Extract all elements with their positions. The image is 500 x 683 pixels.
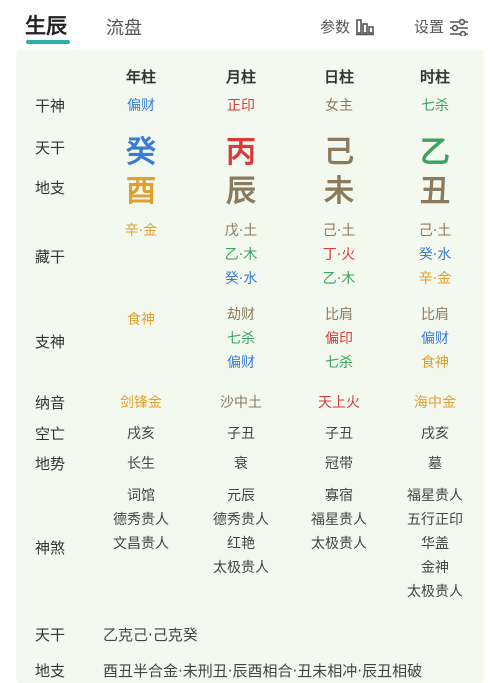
shensha-item: 寡宿 — [325, 488, 353, 504]
canggan-day: 己·土 丁·火 乙·木 — [304, 219, 374, 291]
bar-chart-icon — [356, 18, 375, 35]
canggan-item: 辛·金 — [418, 271, 452, 287]
shensha-item: 五行正印 — [407, 512, 463, 528]
col-header-day: 日柱 — [323, 68, 354, 86]
tab-flow[interactable]: 流盘 — [106, 14, 142, 40]
canggan-year: 辛·金 — [106, 219, 176, 243]
shensha-item: 元辰 — [227, 488, 255, 504]
dizhi-year: 酉 — [126, 174, 156, 209]
canggan-hour: 己·土 癸·水 辛·金 — [400, 219, 470, 291]
canggan-item: 癸·水 — [418, 247, 452, 263]
shensha-item: 红艳 — [227, 536, 255, 552]
row-label-dishi: 地势 — [35, 455, 66, 473]
dizhi-month: 辰 — [226, 174, 256, 209]
dishi-year: 长生 — [127, 456, 155, 472]
zhishen-item: 比肩 — [325, 307, 353, 323]
zhishen-item: 比肩 — [421, 307, 449, 323]
relation-label-dizhi: 地支 — [35, 662, 66, 680]
relation-label-tiangan: 天干 — [35, 626, 66, 644]
zhishen-hour: 比肩 偏财 食神 — [400, 303, 470, 375]
zhishen-item: 偏财 — [421, 331, 449, 347]
canggan-item: 辛·金 — [124, 223, 158, 239]
row-label-nayin: 纳音 — [35, 394, 66, 412]
shensha-item: 太极贵人 — [407, 584, 463, 600]
zhishen-item: 偏印 — [325, 331, 353, 347]
shishen-hour: 七杀 — [421, 98, 449, 114]
nayin-year: 剑锋金 — [120, 395, 162, 411]
col-header-month: 月柱 — [225, 68, 256, 86]
col-header-year: 年柱 — [125, 68, 156, 86]
zhishen-item: 七杀 — [227, 331, 255, 347]
canggan-item: 丁·火 — [322, 247, 356, 263]
zhishen-day: 比肩 偏印 七杀 — [304, 303, 374, 375]
row-label-tiangan: 天干 — [35, 139, 66, 157]
shensha-item: 福星贵人 — [311, 512, 367, 528]
zhishen-year: 食神 — [106, 308, 176, 332]
tiangan-hour: 乙 — [420, 135, 450, 170]
zhishen-item: 食神 — [127, 312, 155, 328]
shensha-item: 德秀贵人 — [213, 512, 269, 528]
shensha-item: 福星贵人 — [407, 488, 463, 504]
row-label-shensha: 神煞 — [35, 539, 66, 557]
canggan-month: 戊·土 乙·木 癸·水 — [206, 219, 276, 291]
shensha-hour: 福星贵人 五行正印 华盖 金神 太极贵人 — [390, 484, 480, 604]
dishi-month: 衰 — [234, 456, 248, 472]
kongwang-hour: 戌亥 — [421, 426, 449, 442]
top-bar: 生辰 流盘 参数 设置 — [0, 0, 500, 50]
nayin-day: 天上火 — [318, 395, 360, 411]
canggan-item: 乙·木 — [322, 271, 356, 287]
shensha-item: 词馆 — [127, 488, 155, 504]
shensha-item: 太极贵人 — [311, 536, 367, 552]
zhishen-item: 食神 — [421, 355, 449, 371]
dishi-day: 冠带 — [325, 456, 353, 472]
row-label-canggan: 藏干 — [35, 248, 66, 266]
row-label-zhishen: 支神 — [35, 333, 66, 351]
tiangan-month: 丙 — [226, 135, 256, 170]
canggan-item: 己·土 — [418, 223, 452, 239]
kongwang-day: 子丑 — [325, 426, 353, 442]
settings-button[interactable]: 设置 — [414, 16, 469, 37]
shensha-item: 金神 — [421, 560, 449, 576]
row-label-shishen: 干神 — [35, 97, 66, 115]
params-button[interactable]: 参数 — [320, 16, 375, 37]
shishen-year: 偏财 — [127, 98, 155, 114]
zhishen-item: 劫财 — [227, 307, 255, 323]
shensha-year: 词馆 德秀贵人 文昌贵人 — [96, 484, 186, 556]
dizhi-day: 未 — [324, 174, 354, 209]
tiangan-day: 己 — [324, 135, 354, 170]
zhishen-item: 偏财 — [227, 355, 255, 371]
row-label-dizhi: 地支 — [35, 179, 66, 197]
canggan-item: 戊·土 — [224, 223, 258, 239]
zhishen-month: 劫财 七杀 偏财 — [206, 303, 276, 375]
zhishen-item: 七杀 — [325, 355, 353, 371]
shensha-item: 华盖 — [421, 536, 449, 552]
relation-tiangan-text: 乙克己·己克癸 — [103, 626, 198, 644]
col-header-hour: 时柱 — [419, 68, 450, 86]
shishen-month: 正印 — [227, 98, 255, 114]
shishen-day: 女主 — [325, 98, 353, 114]
nayin-hour: 海中金 — [414, 395, 456, 411]
shensha-month: 元辰 德秀贵人 红艳 太极贵人 — [196, 484, 286, 580]
kongwang-year: 戌亥 — [127, 426, 155, 442]
shensha-item: 太极贵人 — [213, 560, 269, 576]
canggan-item: 己·土 — [322, 223, 356, 239]
shensha-day: 寡宿 福星贵人 太极贵人 — [294, 484, 384, 556]
nayin-month: 沙中土 — [220, 395, 262, 411]
dishi-hour: 墓 — [428, 456, 442, 472]
kongwang-month: 子丑 — [227, 426, 255, 442]
dizhi-hour: 丑 — [420, 174, 450, 209]
sliders-icon — [450, 18, 469, 36]
canggan-item: 乙·木 — [224, 247, 258, 263]
active-tab-indicator — [26, 40, 70, 44]
settings-label: 设置 — [414, 18, 445, 36]
relation-dizhi-text: 酉丑半合金·未刑丑·辰酉相合·丑未相冲·辰丑相破 — [103, 662, 423, 680]
row-label-kongwang: 空亡 — [35, 425, 66, 443]
shensha-item: 德秀贵人 — [113, 512, 169, 528]
tiangan-year: 癸 — [126, 135, 156, 170]
canggan-item: 癸·水 — [224, 271, 258, 287]
tab-birth[interactable]: 生辰 — [25, 10, 67, 40]
params-label: 参数 — [320, 18, 351, 36]
shensha-item: 文昌贵人 — [113, 536, 169, 552]
